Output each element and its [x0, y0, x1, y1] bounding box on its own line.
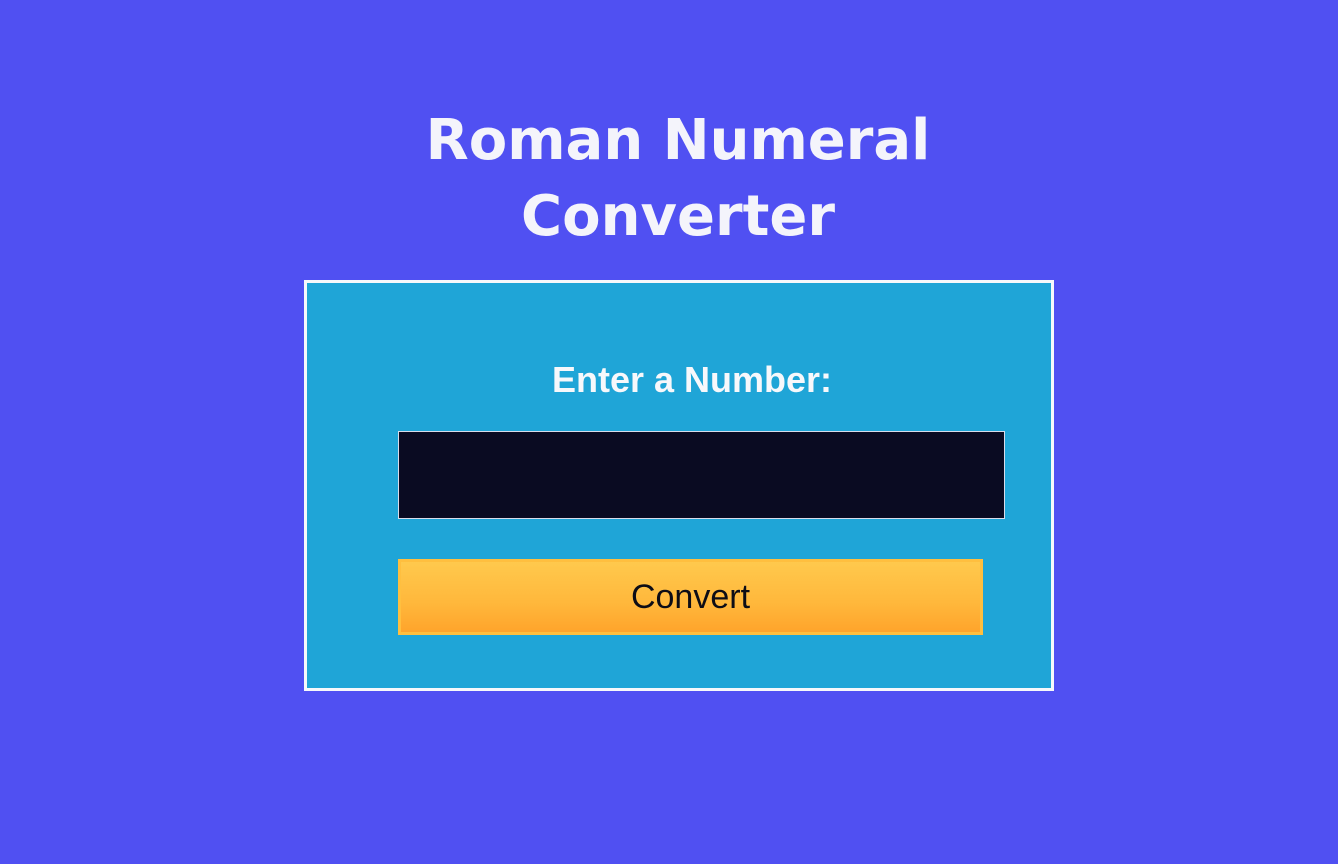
page-title: Roman Numeral Converter — [0, 103, 1338, 255]
converter-form: Enter a Number: Convert — [304, 280, 1054, 691]
page-title-line-2: Converter — [521, 184, 835, 249]
number-input[interactable] — [398, 431, 1005, 519]
number-input-label: Enter a Number: — [551, 359, 833, 400]
page-title-line-1: Roman Numeral — [425, 108, 931, 173]
convert-button[interactable]: Convert — [398, 559, 983, 635]
